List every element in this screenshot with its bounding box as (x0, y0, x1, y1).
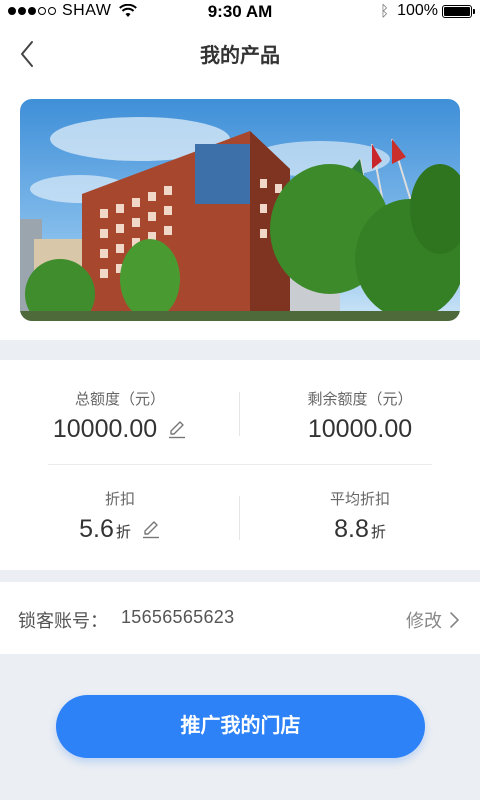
stats-card: 总额度（元） 10000.00 剩余额度（元） 10000.00 折扣 5.6 … (0, 360, 480, 570)
hotel-photo (20, 99, 460, 321)
average-discount: 平均折扣 8.8 折 (240, 488, 480, 544)
average-discount-unit: 折 (370, 524, 386, 541)
lock-account-row: 锁客账号： 15656565623 修改 (0, 582, 480, 654)
chevron-right-icon (450, 612, 459, 628)
divider-horizontal (48, 464, 432, 465)
remaining-quota-label: 剩余额度（元） (307, 391, 413, 408)
divider-vertical (239, 392, 240, 436)
lock-account-label: 锁客账号： (18, 611, 108, 631)
average-discount-value: 8.8 (334, 515, 369, 543)
remaining-quota: 剩余额度（元） 10000.00 (240, 388, 480, 444)
status-bar: SHAW 9:30 AM ᛒ 100% (0, 0, 480, 24)
battery-icon (442, 4, 475, 18)
nav-bar: 我的产品 (0, 24, 480, 84)
battery-percent: 100% (397, 2, 438, 19)
edit-discount-icon[interactable] (141, 519, 161, 539)
lock-account-number: 15656565623 (121, 607, 235, 627)
bluetooth-icon: ᛒ (380, 2, 390, 20)
total-quota-label: 总额度（元） (74, 391, 165, 408)
total-quota-value: 10000.00 (52, 415, 158, 443)
divider-vertical-2 (239, 496, 240, 540)
status-right: ᛒ 100% (380, 2, 475, 20)
promote-store-button[interactable]: 推广我的门店 (56, 695, 425, 758)
discount-unit: 折 (115, 524, 131, 541)
discount-value: 5.6 (79, 515, 114, 543)
remaining-quota-value: 10000.00 (307, 415, 413, 443)
banner-section (0, 84, 480, 340)
edit-total-quota-icon[interactable] (167, 419, 187, 439)
discount: 折扣 5.6 折 (0, 488, 240, 544)
average-discount-label: 平均折扣 (329, 491, 390, 508)
modify-account-button[interactable]: 修改 (406, 607, 460, 633)
discount-label: 折扣 (104, 491, 135, 508)
total-quota: 总额度（元） 10000.00 (0, 388, 240, 444)
page-title: 我的产品 (200, 45, 280, 67)
modify-label: 修改 (406, 611, 442, 631)
